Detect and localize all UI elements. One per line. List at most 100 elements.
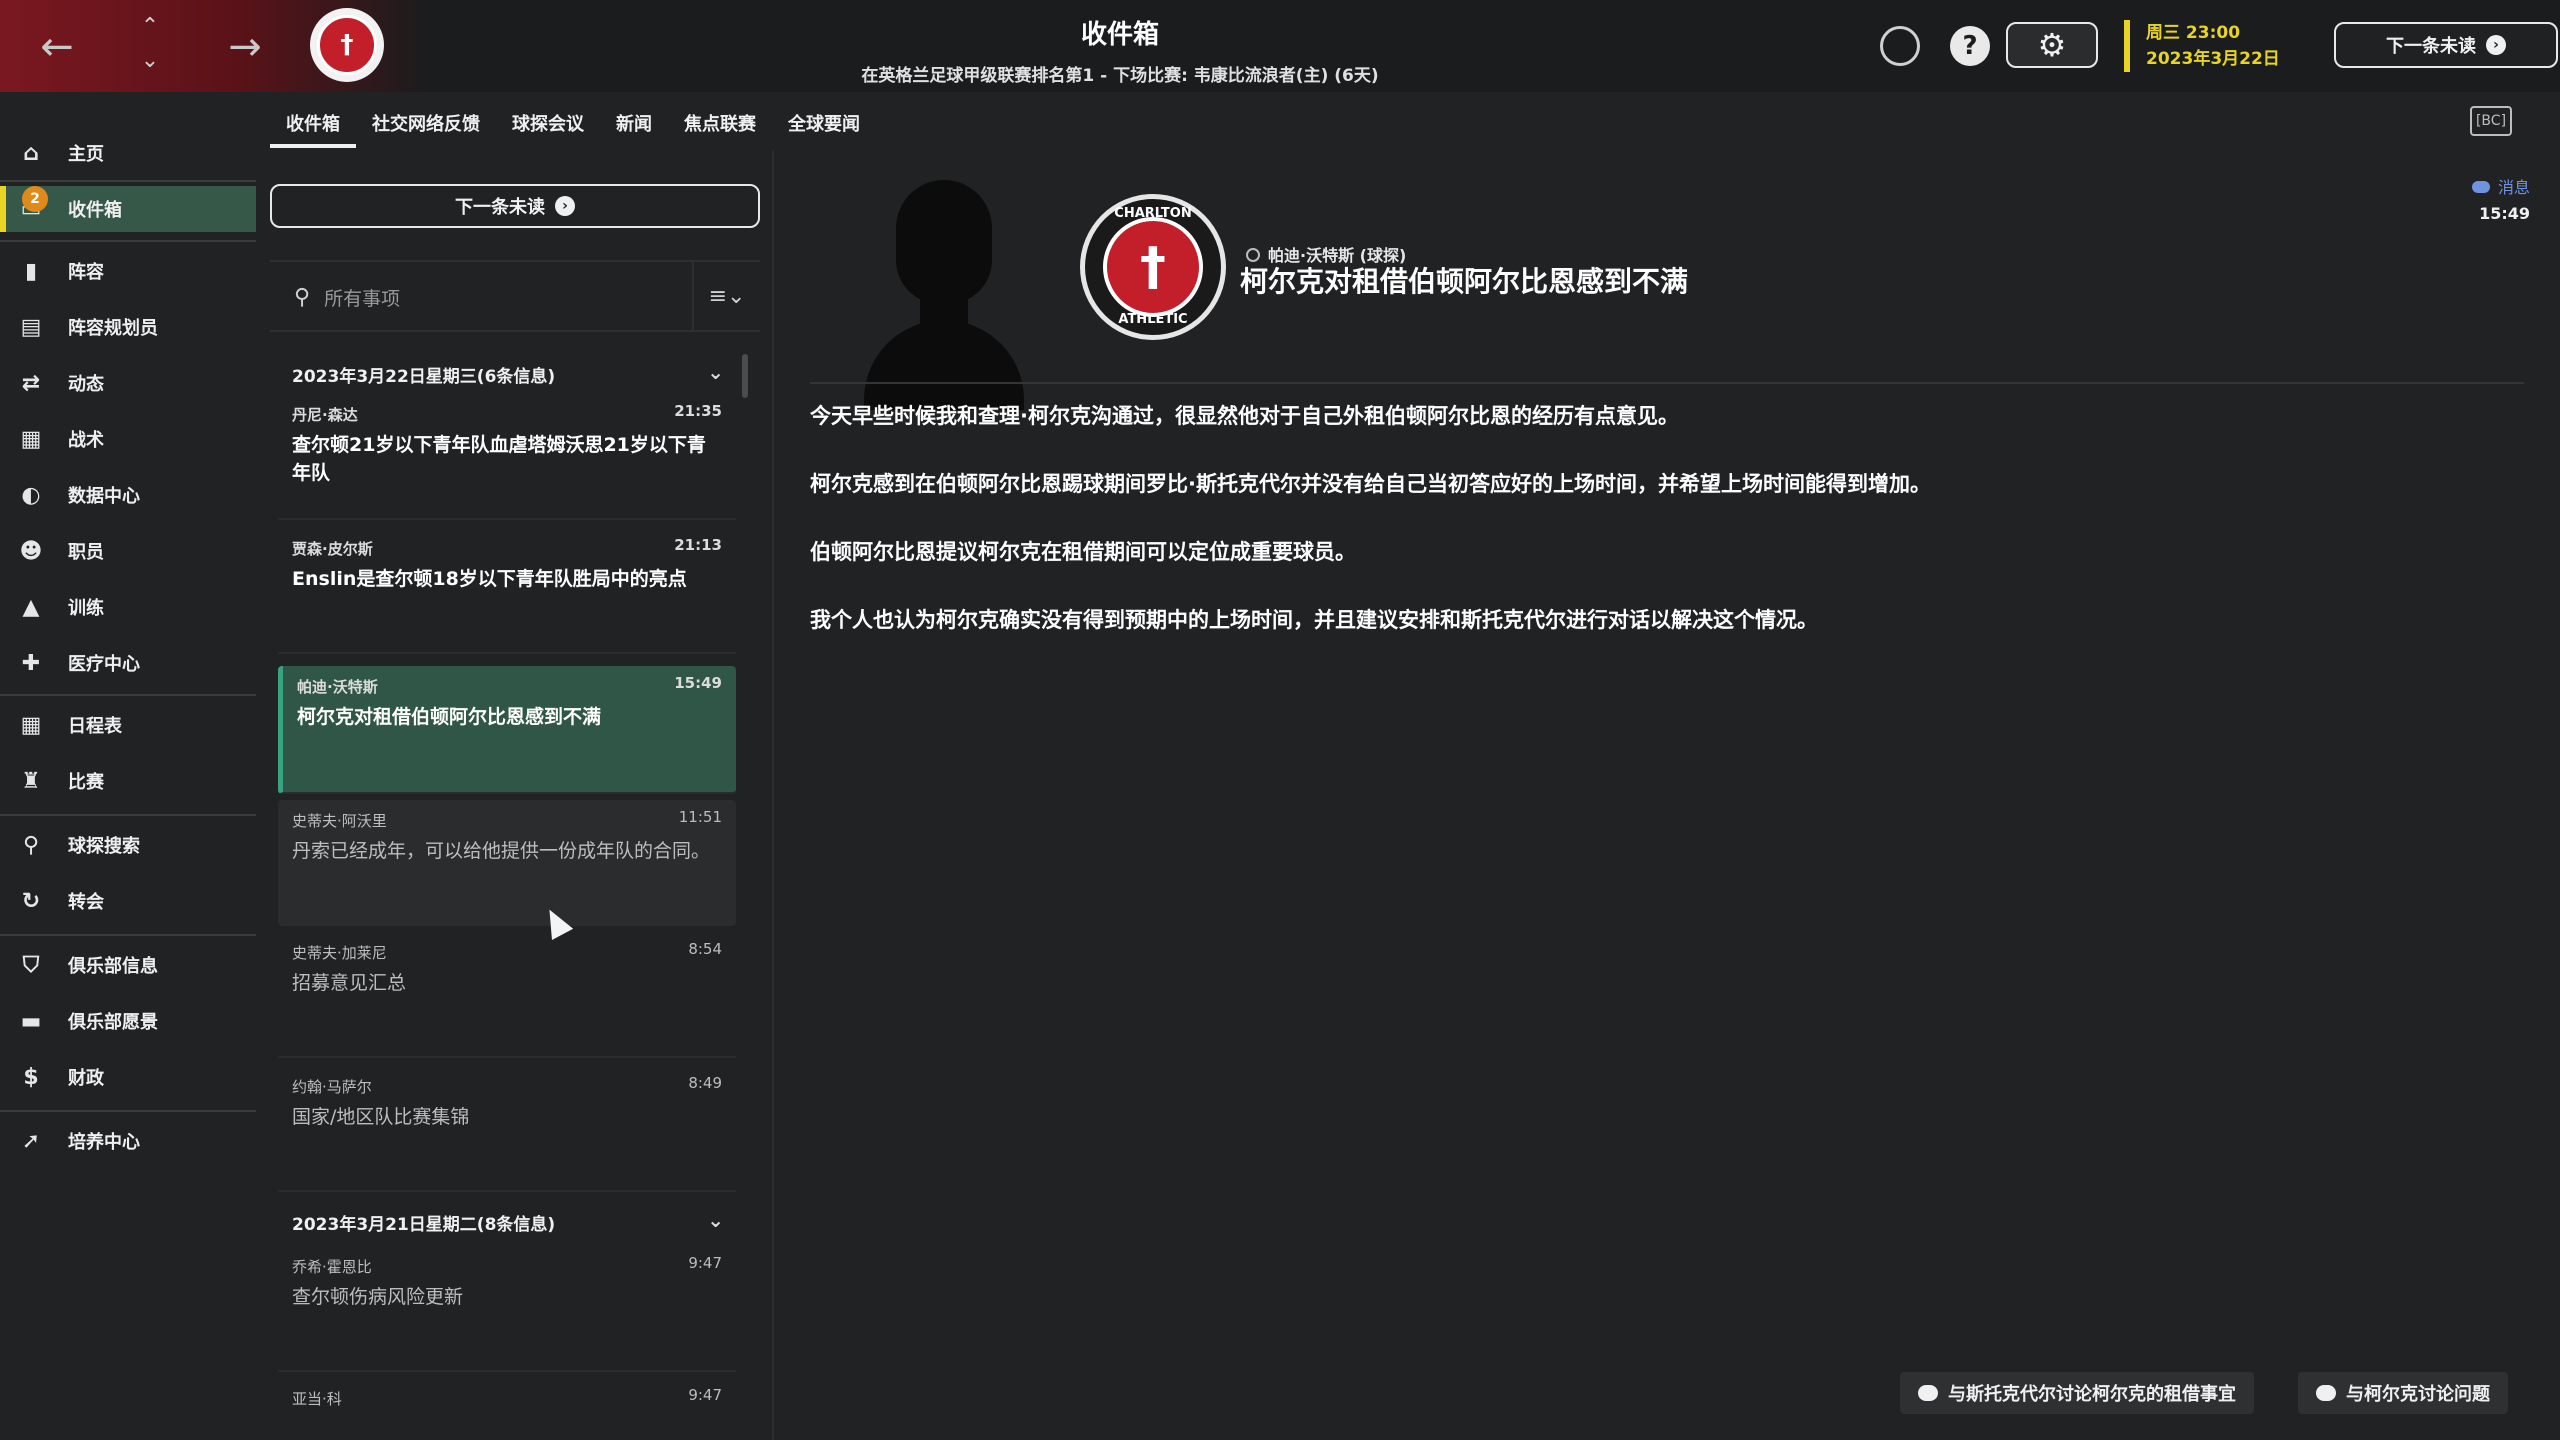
message-item[interactable]: 丹尼·森达 21:35 查尔顿21岁以下青年队血虐塔姆沃思21岁以下青年队 [278,394,736,520]
sidebar-item-transfers[interactable]: ↻ 转会 [0,878,256,924]
club-crest-icon[interactable]: † [310,8,384,82]
chat-bubble-icon [2316,1385,2336,1401]
sidebar-item-label: 阵容 [68,262,104,283]
message-item[interactable]: 史蒂夫·加莱尼 8:54 招募意见汇总 [278,932,736,1058]
next-unread-button[interactable]: 下一条未读 › [270,184,760,228]
sidebar-item-staff[interactable]: ☻ 职员 [0,528,256,574]
chevron-down-icon[interactable]: ⌄ [707,360,724,384]
game-time: 周三 23:00 [2146,23,2241,43]
calendar-icon: ▦ [20,712,42,738]
sidebar-item-label: 日程表 [68,716,122,737]
message-paragraph: 柯尔克感到在伯顿阿尔比恩踢球期间罗比·斯托克代尔并没有给自己当初答应好的上场时间… [810,472,1931,496]
sidebar-item-squad[interactable]: ▮ 阵容 [0,248,256,294]
sidebar-divider [0,180,256,182]
detail-subject: 柯尔克对租借伯顿阿尔比恩感到不满 [1240,265,1689,298]
sidebar-item-label: 动态 [68,374,104,395]
back-arrow-icon[interactable]: ← [32,22,82,72]
sidebar-item-finances[interactable]: $ 财政 [0,1054,256,1100]
sidebar-item-club-info[interactable]: ⛉ 俱乐部信息 [0,942,256,988]
message-item[interactable]: 约翰·马萨尔 8:49 国家/地区队比赛集锦 [278,1066,736,1192]
settings-button[interactable]: ⚙ [2006,22,2098,68]
date-accent-bar [2124,20,2130,72]
app-window: ← ⌃ ⌄ → † 收件箱 在英格兰足球甲级联赛排名第1 - 下场比赛: 韦康比… [0,0,2560,1440]
message-item[interactable]: 亚当·科 9:47 [278,1378,736,1440]
sort-menu-icon[interactable]: ≡⌄ [692,262,760,332]
search-placeholder: 所有事项 [324,287,401,310]
page-title: 收件箱 [1080,20,1159,50]
training-icon: ▲ [22,594,40,620]
club-crest-large-icon[interactable]: † CHARLTON ATHLETIC [1080,194,1226,340]
message-list-panel: 下一条未读 › ⚲ 所有事项 ≡⌄ 2023年3月22日星期三(6条信息) ⌄ … [270,172,760,1440]
sidebar-item-label: 比赛 [68,772,104,793]
sidebar-item-label: 培养中心 [68,1132,140,1153]
sidebar-item-medical[interactable]: ✚ 医疗中心 [0,640,256,686]
message-sender: 丹尼·森达 [292,406,358,424]
message-subject: 查尔顿21岁以下青年队血虐塔姆沃思21岁以下青年队 [292,434,706,484]
page-subtitle: 在英格兰足球甲级联赛排名第1 - 下场比赛: 韦康比流浪者(主) (6天) [861,66,1379,86]
sidebar-item-data-hub[interactable]: ◐ 数据中心 [0,472,256,518]
sidebar-divider [0,1110,256,1112]
sidebar-item-tactics[interactable]: ▦ 战术 [0,416,256,462]
sidebar-item-schedule[interactable]: ▦ 日程表 [0,702,256,748]
action-label: 与斯托克代尔讨论柯尔克的租借事宜 [1948,1384,2236,1405]
sidebar-item-dynamics[interactable]: ⇄ 动态 [0,360,256,406]
sidebar-item-label: 财政 [68,1068,104,1089]
discuss-with-stockdale-button[interactable]: 与斯托克代尔讨论柯尔克的租借事宜 [1900,1372,2254,1414]
squad-icon: ▮ [24,258,38,284]
date-group-header[interactable]: 2023年3月21日星期二(8条信息) ⌄ [270,1200,740,1244]
sidebar-item-home[interactable]: ⌂ 主页 [0,130,256,176]
message-subject: 查尔顿伤病风险更新 [292,1286,464,1308]
help-icon[interactable]: ? [1950,26,1990,66]
up-down-nav[interactable]: ⌃ ⌄ [128,10,172,82]
top-bar: ← ⌃ ⌄ → † 收件箱 在英格兰足球甲级联赛排名第1 - 下场比赛: 韦康比… [0,0,2560,92]
message-subject: 丹索已经成年，可以给他提供一份成年队的合同。 [292,840,711,862]
chevron-down-icon[interactable]: ⌄ [707,1208,724,1232]
tab-inbox[interactable]: 收件箱 [270,104,356,148]
message-item[interactable]: 贾森·皮尔斯 21:13 Enslin是查尔顿18岁以下青年队胜局中的亮点 [278,528,736,654]
next-unread-button-top[interactable]: 下一条未读 › [2334,22,2558,68]
message-sender: 约翰·马萨尔 [292,1078,372,1096]
bbc-icon[interactable]: [BC] [2470,106,2512,136]
tab-news[interactable]: 新闻 [600,104,668,148]
message-sender: 帕迪·沃特斯 [297,678,378,696]
sidebar-item-label: 主页 [68,144,104,165]
chevron-down-icon[interactable]: ⌄ [128,44,172,78]
date-group-header[interactable]: 2023年3月22日星期三(6条信息) ⌄ [270,352,740,396]
tab-social-feedback[interactable]: 社交网络反馈 [356,104,496,148]
sidebar-item-inbox[interactable]: ▭2收件箱 [0,186,256,232]
sidebar-item-training[interactable]: ▲ 训练 [0,584,256,630]
message-time: 21:13 [674,536,722,554]
sidebar-item-scouting[interactable]: ⚲ 球探搜索 [0,822,256,868]
message-subject: 柯尔克对租借伯顿阿尔比恩感到不满 [297,706,602,728]
sidebar-item-squad-planner[interactable]: ▤ 阵容规划员 [0,304,256,350]
tab-scouting-meeting[interactable]: 球探会议 [496,104,600,148]
arrow-right-circle-icon: › [2486,35,2506,55]
message-item-selected[interactable]: 帕迪·沃特斯 15:49 柯尔克对租借伯顿阿尔比恩感到不满 [278,666,736,794]
sidebar-item-club-vision[interactable]: ▬ 俱乐部愿景 [0,998,256,1044]
search-icon: ⚲ [294,284,311,310]
tab-world-news[interactable]: 全球要闻 [772,104,876,148]
forward-arrow-icon[interactable]: → [220,22,270,72]
action-label: 与柯尔克讨论问题 [2346,1384,2490,1405]
message-subject: 国家/地区队比赛集锦 [292,1106,470,1128]
message-item[interactable]: 乔希·霍恩比 9:47 查尔顿伤病风险更新 [278,1246,736,1372]
search-input[interactable]: ⚲ 所有事项 [270,262,690,332]
scrollbar-thumb[interactable] [742,354,748,398]
sidebar-item-development[interactable]: ➚ 培养中心 [0,1118,256,1164]
message-item[interactable]: 史蒂夫·阿沃里 11:51 丹索已经成年，可以给他提供一份成年队的合同。 [278,800,736,926]
sidebar-divider [0,934,256,936]
tactics-icon: ▦ [20,426,42,452]
chevron-up-icon[interactable]: ⌃ [128,10,172,44]
staff-icon: ☻ [19,538,43,564]
clipboard-icon: ▤ [20,314,42,340]
football-icon[interactable] [1880,26,1920,66]
game-date[interactable]: 周三 23:00 2023年3月22日 [2146,20,2280,72]
scout-silhouette-avatar[interactable] [854,180,1034,410]
message-sender: 乔希·霍恩比 [292,1258,372,1276]
development-icon: ➚ [21,1128,41,1154]
message-time: 9:47 [688,1386,722,1404]
tab-focus-leagues[interactable]: 焦点联赛 [668,104,772,148]
sidebar-item-label: 俱乐部信息 [68,956,158,977]
sidebar-item-competitions[interactable]: ♜ 比赛 [0,758,256,804]
discuss-with-kirk-button[interactable]: 与柯尔克讨论问题 [2298,1372,2508,1414]
